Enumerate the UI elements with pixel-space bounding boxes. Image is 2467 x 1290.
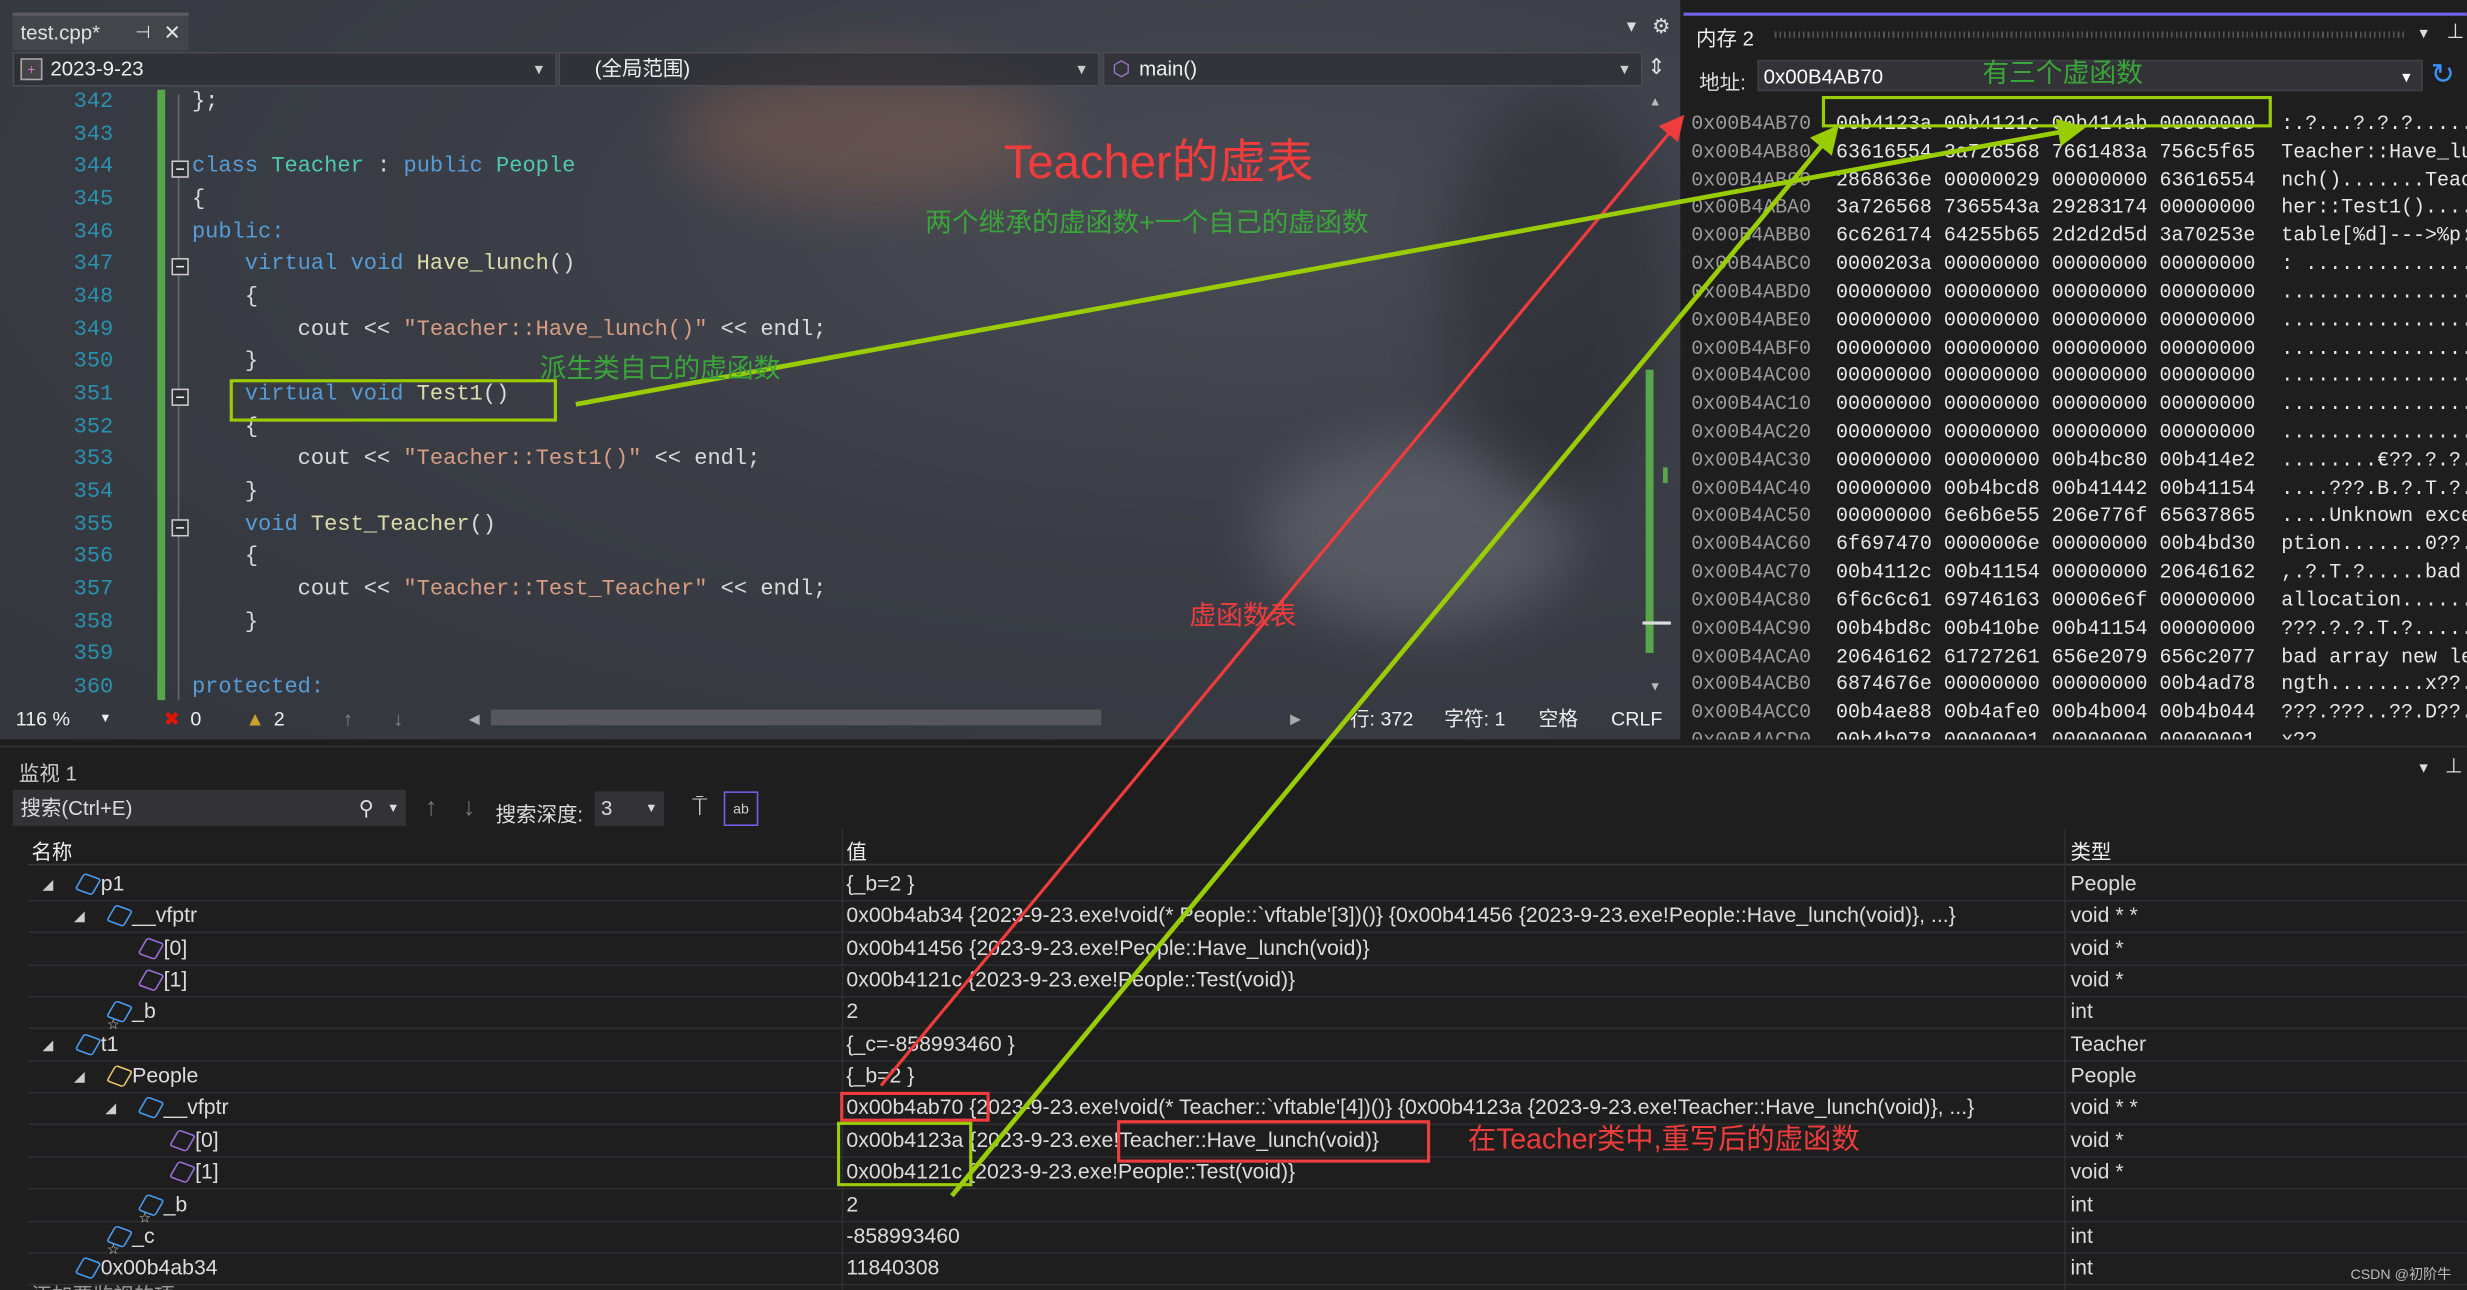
annotation-derived-own: 派生类自己的虚函数 bbox=[539, 353, 781, 384]
green-arrow-to-vtable-entries bbox=[950, 124, 1839, 1198]
highlight-box-entries bbox=[836, 1121, 973, 1187]
annotation-arrows bbox=[575, 114, 2087, 1198]
annotation-vtable-label: 虚函数表 bbox=[1189, 601, 1297, 631]
annotation-vtable-sub: 两个继承的虚函数+一个自己的虚函数 bbox=[925, 207, 1369, 238]
annotation-overridden: 在Teacher类中,重写后的虚函数 bbox=[1467, 1123, 1860, 1155]
highlight-box-test1 bbox=[229, 379, 557, 422]
watermark: CSDN @初阶牛 bbox=[2350, 1266, 2452, 1283]
visual-studio-window: test.cpp* ⊣ ✕ ▼ ⚙ + 2023-9-23 ▼ (全局范围) ▼… bbox=[0, 0, 2467, 1290]
annotation-vtable-title: Teacher的虚表 bbox=[1003, 136, 1314, 189]
highlight-box-vfptr bbox=[840, 1091, 990, 1122]
annotation-three-virtuals: 有三个虚函数 bbox=[1982, 58, 2143, 89]
highlight-box-vtable-row bbox=[1821, 95, 2272, 128]
green-arrow-test1-to-vtable bbox=[575, 118, 2087, 407]
highlight-box-overridden bbox=[1117, 1120, 1431, 1163]
